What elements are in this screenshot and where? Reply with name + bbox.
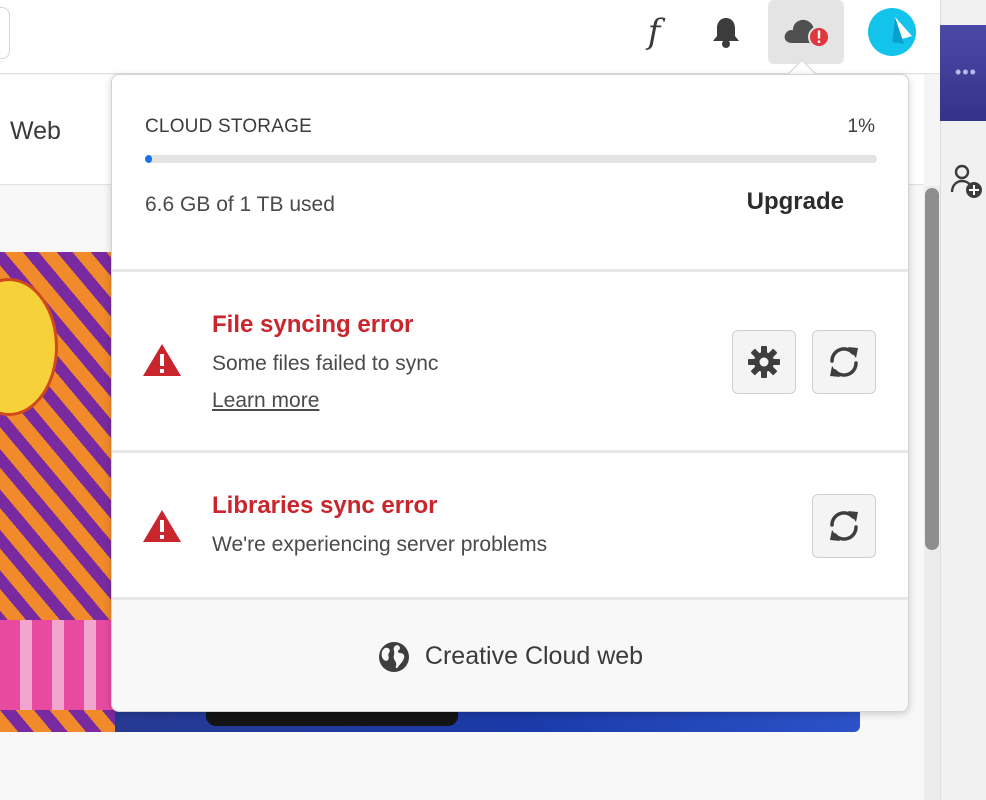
banner-thumbnails <box>0 620 115 710</box>
cloud-sync-button[interactable] <box>768 0 844 64</box>
libraries-sync-error-row: Libraries sync error We're experiencing … <box>112 453 908 597</box>
error-title: File syncing error <box>212 311 414 338</box>
avatar[interactable] <box>868 8 916 56</box>
retry-libraries-button[interactable] <box>812 494 876 558</box>
popover-footer: Creative Cloud web <box>112 600 908 711</box>
cloud-error-icon <box>784 19 830 48</box>
bell-icon[interactable] <box>704 0 748 64</box>
scrollbar-thumb[interactable] <box>925 188 939 550</box>
add-people-icon[interactable] <box>950 162 986 205</box>
error-title: Libraries sync error <box>212 492 438 519</box>
storage-title: CLOUD STORAGE <box>145 116 312 137</box>
refresh-icon <box>830 511 858 541</box>
fonts-icon[interactable]: f <box>632 0 676 64</box>
learn-more-link[interactable]: Learn more <box>212 389 319 413</box>
storage-percent: 1% <box>847 116 875 137</box>
nav-item-web[interactable]: Web <box>10 117 61 146</box>
error-description: We're experiencing server problems <box>212 533 548 556</box>
storage-used-text: 6.6 GB of 1 TB used <box>145 193 335 216</box>
search-field[interactable] <box>0 7 10 59</box>
storage-section: CLOUD STORAGE 1% 6.6 GB of 1 TB used Upg… <box>112 75 908 269</box>
file-sync-error-row: File syncing error Some files failed to … <box>112 272 908 450</box>
footer-link-label: Creative Cloud web <box>424 642 644 670</box>
storage-progress-bar <box>145 155 877 163</box>
cloud-storage-popover: CLOUD STORAGE 1% 6.6 GB of 1 TB used Upg… <box>111 74 909 712</box>
warning-icon <box>143 344 181 376</box>
retry-sync-button[interactable] <box>812 330 876 394</box>
error-description: Some files failed to sync <box>212 352 439 375</box>
more-icon[interactable]: ••• <box>955 62 977 83</box>
globe-icon <box>378 641 409 672</box>
refresh-icon <box>830 347 858 377</box>
creative-cloud-web-link[interactable]: Creative Cloud web <box>112 600 908 711</box>
upgrade-button[interactable]: Upgrade <box>747 188 844 216</box>
storage-progress-fill <box>145 155 153 163</box>
gear-icon <box>748 346 780 378</box>
sync-settings-button[interactable] <box>732 330 796 394</box>
warning-icon <box>143 510 181 542</box>
